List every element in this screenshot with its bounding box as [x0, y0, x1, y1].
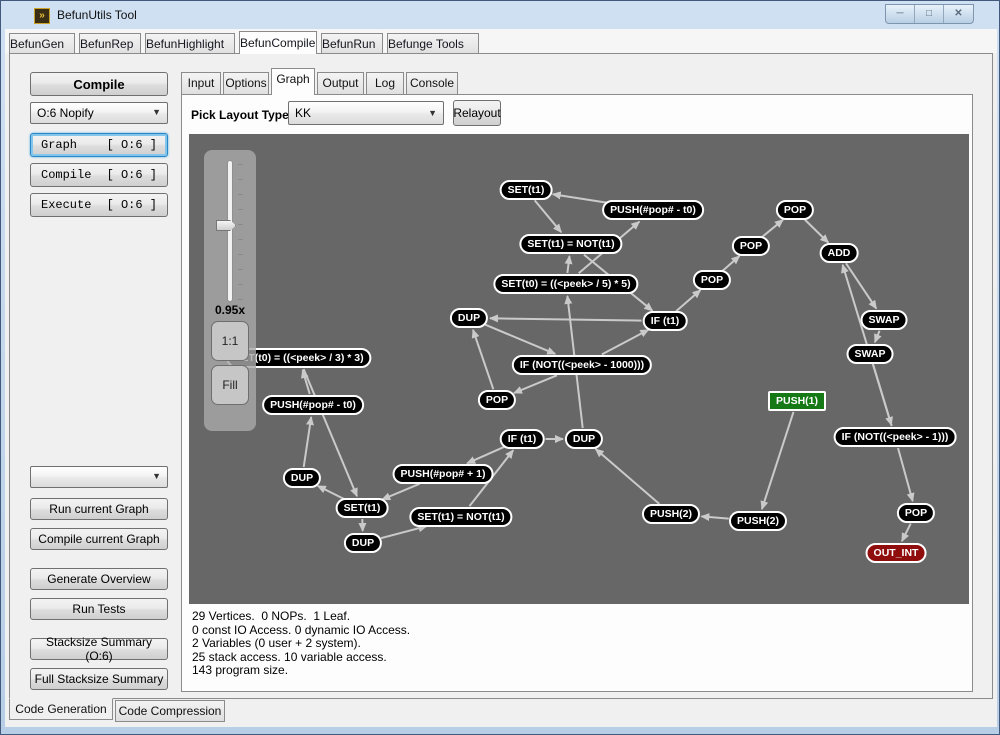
stats-line: 0 const IO Access. 0 dynamic IO Access. [192, 624, 410, 638]
preset-dropdown-value: O:6 Nopify [37, 106, 94, 120]
bottom-tab-code-compression[interactable]: Code Compression [115, 700, 225, 722]
title-bar[interactable]: » BefunUtils Tool ─ □ ✕ [1, 1, 999, 29]
chevron-down-icon: ▼ [428, 108, 437, 118]
subtab-output[interactable]: Output [317, 72, 364, 94]
chevron-down-icon: ▼ [152, 471, 161, 481]
action-label: Execute [41, 198, 91, 212]
relayout-button[interactable]: Relayout [453, 100, 501, 126]
graph-node[interactable]: PUSH(#pop# - t0) [262, 395, 364, 415]
zoom-one-to-one-button[interactable]: 1:1 [211, 321, 249, 361]
secondary-dropdown[interactable]: ▼ [30, 466, 168, 488]
sidebar-button-full-stacksize-summary[interactable]: Full Stacksize Summary [30, 668, 168, 690]
tab-befunrep[interactable]: BefunRep [79, 33, 141, 53]
graph-node[interactable]: DUP [344, 533, 382, 553]
stats-line: 29 Vertices. 0 NOPs. 1 Leaf. [192, 610, 410, 624]
graph-node[interactable]: SET(t1) [336, 498, 389, 518]
graph-node[interactable]: SET(t1) = NOT(t1) [409, 507, 512, 527]
zoom-factor-label: 0.95x [204, 303, 256, 317]
compile-button[interactable]: Compile [30, 72, 168, 96]
action-label: Graph [41, 138, 77, 152]
graph-node[interactable]: POP [897, 503, 935, 523]
graph-node[interactable]: POP [478, 390, 516, 410]
window-controls: ─ □ ✕ [885, 4, 974, 24]
graph-node[interactable]: ADD [820, 243, 859, 263]
window-title: BefunUtils Tool [57, 8, 137, 22]
app-icon: » [34, 8, 50, 24]
graph-node[interactable]: DUP [450, 308, 488, 328]
graph-node[interactable]: IF (NOT((<peek> - 1))) [834, 427, 957, 447]
client-area: BefunGenBefunRepBefunHighlightBefunCompi… [5, 29, 997, 727]
graph-node[interactable]: SET(t1) = NOT(t1) [519, 234, 622, 254]
tab-befungen[interactable]: BefunGen [9, 33, 75, 53]
chevron-down-icon: ▼ [152, 107, 161, 117]
layout-type-dropdown[interactable]: KK ▼ [288, 101, 444, 125]
graph-node[interactable]: IF (t1) [643, 311, 688, 331]
graph-node[interactable]: POP [776, 200, 814, 220]
graph-node[interactable]: SWAP [847, 344, 894, 364]
befuncompile-page: Compile O:6 Nopify ▼ Graph[ O:6 ]Compile… [9, 53, 993, 699]
subtab-console[interactable]: Console [406, 72, 458, 94]
graph-canvas[interactable]: SET(t1) PUSH(#pop# - t0) SET(t1) = NOT(t1)… [189, 134, 969, 604]
action-label: Compile [41, 168, 91, 182]
sidebar-action-execute[interactable]: Execute [ O:6 ] [30, 193, 168, 217]
tab-befuncompile[interactable]: BefunCompile [239, 31, 317, 54]
graph-node[interactable]: POP [693, 270, 731, 290]
graph-node[interactable]: PUSH(#pop# - t0) [602, 200, 704, 220]
zoom-slider-thumb[interactable] [216, 220, 236, 231]
subtab-graph[interactable]: Graph [271, 68, 315, 95]
sidebar-button-compile-current-graph[interactable]: Compile current Graph [30, 528, 168, 550]
zoom-slider-ticks [238, 164, 243, 300]
action-target: [ O:6 ] [107, 198, 157, 212]
graph-node[interactable]: SET(t1) [500, 180, 553, 200]
stats-line: 143 program size. [192, 664, 410, 678]
graph-node[interactable]: OUT_INT [866, 543, 927, 563]
zoom-slider-track[interactable] [228, 161, 232, 301]
tab-befunrun[interactable]: BefunRun [321, 33, 383, 53]
layout-type-value: KK [295, 106, 311, 120]
tab-befunhighlight[interactable]: BefunHighlight [145, 33, 235, 53]
tab-befunge-tools[interactable]: Befunge Tools [387, 33, 479, 53]
graph-node[interactable]: IF (t1) [500, 429, 545, 449]
app-window: » BefunUtils Tool ─ □ ✕ BefunGenBefunRep… [0, 0, 1000, 735]
subtab-log[interactable]: Log [366, 72, 404, 94]
subtab-options[interactable]: Options [223, 72, 269, 94]
graph-node[interactable]: SWAP [861, 310, 908, 330]
graph-node[interactable]: PUSH(1) [768, 391, 826, 411]
graph-node[interactable]: DUP [565, 429, 603, 449]
main-tab-strip: BefunGenBefunRepBefunHighlightBefunCompi… [5, 29, 997, 53]
sidebar-button-stacksize-summary-o-6-[interactable]: Stacksize Summary (O:6) [30, 638, 168, 660]
graph-node[interactable]: PUSH(2) [642, 504, 700, 524]
graph-stats: 29 Vertices. 0 NOPs. 1 Leaf.0 const IO A… [192, 610, 410, 678]
layout-type-label: Pick Layout Type [191, 108, 289, 122]
bottom-tab-code-generation[interactable]: Code Generation [9, 698, 113, 720]
zoom-overlay-panel: 0.95x 1:1 Fill [204, 150, 256, 431]
stats-line: 25 stack access. 10 variable access. [192, 651, 410, 665]
graph-node[interactable]: PUSH(#pop# + 1) [393, 464, 494, 484]
minimize-button[interactable]: ─ [886, 5, 915, 23]
zoom-fill-button[interactable]: Fill [211, 365, 249, 405]
graph-node[interactable]: IF (NOT((<peek> - 1000))) [512, 355, 652, 375]
subtab-input[interactable]: Input [181, 72, 221, 94]
close-button[interactable]: ✕ [944, 5, 973, 23]
sidebar-button-run-current-graph[interactable]: Run current Graph [30, 498, 168, 520]
maximize-button[interactable]: □ [915, 5, 944, 23]
graph-node[interactable]: SET(t0) = ((<peek> / 5) * 5) [493, 274, 638, 294]
stats-line: 2 Variables (0 user + 2 system). [192, 637, 410, 651]
action-target: [ O:6 ] [107, 138, 157, 152]
sidebar-action-graph[interactable]: Graph [ O:6 ] [30, 133, 168, 157]
graph-node[interactable]: PUSH(2) [729, 511, 787, 531]
sidebar-action-compile[interactable]: Compile [ O:6 ] [30, 163, 168, 187]
graph-tab-page: Pick Layout Type KK ▼ Relayout SET(t1)PU… [181, 94, 973, 692]
preset-dropdown[interactable]: O:6 Nopify ▼ [30, 102, 168, 124]
sidebar-button-run-tests[interactable]: Run Tests [30, 598, 168, 620]
graph-node[interactable]: POP [732, 236, 770, 256]
action-target: [ O:6 ] [107, 168, 157, 182]
graph-node[interactable]: DUP [283, 468, 321, 488]
sidebar-button-generate-overview[interactable]: Generate Overview [30, 568, 168, 590]
